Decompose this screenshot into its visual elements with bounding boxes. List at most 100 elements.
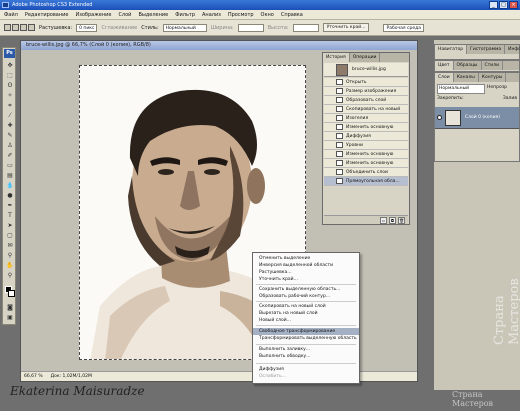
tab-channels[interactable]: Каналы bbox=[454, 73, 479, 82]
history-item[interactable]: Изогелия bbox=[324, 114, 408, 123]
crop-tool-icon[interactable]: ⌗ bbox=[5, 102, 15, 110]
menu-filter[interactable]: Фильтр bbox=[175, 12, 195, 18]
menu-item-fill[interactable]: Выполнить заливку... bbox=[253, 346, 359, 353]
menu-item-inverse[interactable]: Инверсия выделенной области bbox=[253, 262, 359, 269]
new-document-icon[interactable]: ▫ bbox=[380, 216, 387, 224]
snapshot-thumbnail bbox=[336, 64, 348, 76]
history-item-selected[interactable]: Прямоугольная обла... bbox=[324, 177, 408, 186]
tab-swatches[interactable]: Образцы bbox=[454, 61, 482, 70]
doc-size: Док: 1,02M/1,02M bbox=[50, 374, 92, 379]
tab-actions[interactable]: Операции bbox=[350, 53, 381, 62]
pen-tool-icon[interactable]: ✒ bbox=[5, 202, 15, 210]
camera-icon[interactable]: ◘ bbox=[389, 216, 396, 224]
blend-mode-select[interactable]: Нормальный bbox=[437, 84, 485, 94]
tab-navigator[interactable]: Навигатор bbox=[435, 45, 468, 54]
menu-item-transform-selection[interactable]: Трансформировать выделенную область bbox=[253, 335, 359, 342]
brush-tool-icon[interactable]: ✎ bbox=[5, 132, 15, 140]
style-select[interactable]: Нормальный bbox=[162, 23, 207, 32]
menu-item-diffuse[interactable]: Диффузия bbox=[253, 366, 359, 373]
dodge-tool-icon[interactable]: ● bbox=[5, 192, 15, 200]
layer-name: Слой 0 (копия) bbox=[465, 115, 500, 120]
type-tool-icon[interactable]: T bbox=[5, 212, 15, 220]
options-bar: Растушевка: 0 пикс Сглаживание Стиль: Но… bbox=[0, 20, 520, 36]
maximize-icon[interactable]: □ bbox=[499, 1, 508, 9]
history-step-icon bbox=[336, 133, 343, 139]
eraser-tool-icon[interactable]: ▭ bbox=[5, 162, 15, 170]
menu-item-stroke[interactable]: Выполнить обводку... bbox=[253, 353, 359, 360]
refine-edge-button[interactable]: Уточнить край... bbox=[322, 23, 370, 32]
history-item[interactable]: Размер изображения bbox=[324, 87, 408, 96]
history-item[interactable]: Изменить основную цвет... bbox=[324, 159, 408, 175]
menu-item-make-work-path[interactable]: Образовать рабочий контур... bbox=[253, 293, 359, 300]
slice-tool-icon[interactable]: ⁄ bbox=[5, 112, 15, 120]
menu-file[interactable]: Файл bbox=[4, 12, 18, 18]
quick-mask-icon[interactable]: ◙ bbox=[5, 304, 15, 312]
history-brush-icon[interactable]: ✐ bbox=[5, 152, 15, 160]
healing-tool-icon[interactable]: ✚ bbox=[5, 122, 15, 130]
eye-icon[interactable] bbox=[437, 115, 442, 120]
menu-item-free-transform[interactable]: Свободное трансформирование bbox=[253, 328, 359, 335]
trash-icon[interactable]: 🗑 bbox=[398, 216, 405, 224]
antialias-checkbox[interactable]: Сглаживание bbox=[101, 25, 137, 31]
tab-histogram[interactable]: Гистограмма bbox=[467, 45, 506, 54]
zoom-level[interactable]: 66,67 % bbox=[24, 372, 43, 381]
height-input[interactable] bbox=[292, 23, 319, 32]
tab-history[interactable]: История bbox=[323, 53, 350, 62]
hand-tool-icon[interactable]: ✋ bbox=[5, 262, 15, 270]
menu-select[interactable]: Выделение bbox=[138, 12, 168, 18]
history-item[interactable]: Объединить слои bbox=[324, 168, 408, 177]
lasso-tool-icon[interactable]: ʘ bbox=[5, 82, 15, 90]
gradient-tool-icon[interactable]: ▤ bbox=[5, 172, 15, 180]
history-item[interactable]: Изменить основную цвет... bbox=[324, 123, 408, 139]
add-selection-icon[interactable] bbox=[20, 24, 27, 31]
history-snapshot[interactable]: bruce-willis.jpg bbox=[324, 63, 408, 77]
close-icon[interactable]: × bbox=[509, 1, 518, 9]
menu-item-layer-via-copy[interactable]: Скопировать на новый слой bbox=[253, 303, 359, 310]
menu-analysis[interactable]: Анализ bbox=[202, 12, 221, 18]
history-item[interactable]: Открыть bbox=[324, 78, 408, 87]
eyedropper-tool-icon[interactable]: ⚲ bbox=[5, 252, 15, 260]
history-item[interactable]: Уровни bbox=[324, 141, 408, 150]
history-item[interactable]: Скопировать на новый сл... bbox=[324, 105, 408, 121]
layer-row-selected[interactable]: Слой 0 (копия) bbox=[435, 107, 519, 129]
menu-image[interactable]: Изображение bbox=[75, 12, 111, 18]
magic-wand-tool-icon[interactable]: ✧ bbox=[5, 92, 15, 100]
menu-view[interactable]: Просмотр bbox=[228, 12, 254, 18]
menu-item-deselect[interactable]: Отменить выделение bbox=[253, 255, 359, 262]
width-input[interactable] bbox=[237, 23, 264, 32]
tab-paths[interactable]: Контуры bbox=[479, 73, 507, 82]
subtract-selection-icon[interactable] bbox=[28, 24, 35, 31]
document-title[interactable]: bruce-willis.jpg @ 66,7% (Слой 0 (копия)… bbox=[21, 41, 417, 50]
menu-edit[interactable]: Редактирование bbox=[25, 12, 69, 18]
minimize-icon[interactable]: _ bbox=[489, 1, 498, 9]
screen-mode-icon[interactable]: ▣ bbox=[5, 314, 15, 322]
menu-help[interactable]: Справка bbox=[281, 12, 303, 18]
menu-item-new-layer[interactable]: Новый слой... bbox=[253, 317, 359, 324]
menu-layer[interactable]: Слой bbox=[118, 12, 131, 18]
history-item[interactable]: Диффузия bbox=[324, 132, 408, 141]
shape-tool-icon[interactable]: ▢ bbox=[5, 232, 15, 240]
zoom-tool-icon[interactable]: ⚲ bbox=[5, 272, 15, 280]
notes-tool-icon[interactable]: ✉ bbox=[5, 242, 15, 250]
menu-item-save-selection[interactable]: Сохранить выделенную область... bbox=[253, 286, 359, 293]
marquee-tool-icon[interactable]: ⬚ bbox=[5, 72, 15, 80]
blur-tool-icon[interactable]: 💧 bbox=[5, 182, 15, 190]
history-item[interactable]: Изменить основную цвет... bbox=[324, 150, 408, 166]
tab-color[interactable]: Цвет bbox=[435, 61, 454, 70]
marquee-tool-icon[interactable] bbox=[4, 24, 11, 31]
move-tool-icon[interactable]: ✥ bbox=[5, 62, 15, 70]
tab-info[interactable]: Инфо bbox=[505, 45, 520, 54]
path-select-tool-icon[interactable]: ➤ bbox=[5, 222, 15, 230]
feather-input[interactable]: 0 пикс bbox=[76, 23, 98, 32]
menu-item-layer-via-cut[interactable]: Вырезать на новый слой bbox=[253, 310, 359, 317]
menu-item-refine-edge[interactable]: Уточнить край... bbox=[253, 276, 359, 283]
tab-layers[interactable]: Слои bbox=[435, 73, 454, 82]
tab-styles[interactable]: Стили bbox=[482, 61, 503, 70]
background-color-swatch[interactable] bbox=[8, 290, 15, 297]
history-item[interactable]: Образовать слой bbox=[324, 96, 408, 105]
new-selection-icon[interactable] bbox=[12, 24, 19, 31]
menu-window[interactable]: Окно bbox=[261, 12, 274, 18]
workspace-select[interactable]: Рабочая среда bbox=[383, 23, 425, 32]
stamp-tool-icon[interactable]: ♙ bbox=[5, 142, 15, 150]
menu-item-feather[interactable]: Растушевка... bbox=[253, 269, 359, 276]
